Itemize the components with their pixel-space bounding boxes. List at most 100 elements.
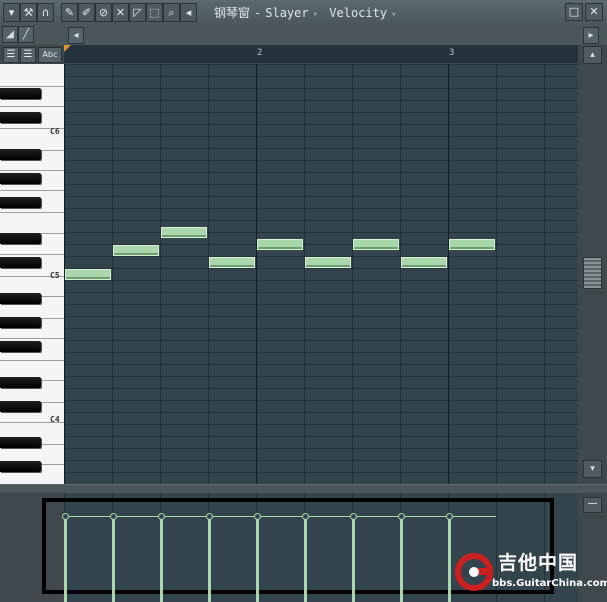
note-names-button[interactable]: Abc <box>38 47 62 63</box>
velocity-handle-4[interactable] <box>254 513 261 520</box>
white-key[interactable] <box>0 106 64 107</box>
velocity-bar-6[interactable] <box>352 516 355 602</box>
white-key[interactable] <box>0 360 64 361</box>
window-title: 钢琴窗 - Slayer ▾ Velocity ▾ <box>214 4 400 21</box>
velocity-handle-0[interactable] <box>62 513 69 520</box>
watermark-title: 吉他中国 <box>498 552 579 574</box>
watermark-url: bbs.GuitarChina.com <box>492 578 607 589</box>
note-c5-0[interactable] <box>65 269 111 280</box>
select-icon[interactable]: ⬚ <box>146 3 163 22</box>
velocity-handle-5[interactable] <box>302 513 309 520</box>
list-icon-2: ☰ <box>23 49 33 60</box>
velocity-bar-0[interactable] <box>64 516 67 602</box>
note-d5-5[interactable] <box>305 257 351 268</box>
white-key[interactable] <box>0 170 64 171</box>
maximize-button[interactable]: □ <box>565 3 583 21</box>
playback-icon[interactable]: ◂ <box>180 3 197 22</box>
white-key[interactable] <box>0 86 64 87</box>
menu-arrow-button[interactable]: ▾ <box>3 3 20 22</box>
note-f5-6[interactable] <box>353 239 399 250</box>
scroll-down-button[interactable]: ▾ <box>583 460 602 478</box>
black-key[interactable] <box>0 88 41 99</box>
velocity-bar-4[interactable] <box>256 516 259 602</box>
note-f5-4[interactable] <box>257 239 303 250</box>
scroll-left-button[interactable]: ◂ <box>68 27 84 44</box>
scroll-right-button[interactable]: ▸ <box>583 27 599 44</box>
slice-icon[interactable]: ◸ <box>129 3 146 22</box>
velocity-handle-2[interactable] <box>158 513 165 520</box>
velocity-bar-3[interactable] <box>208 516 211 602</box>
note-g5-2[interactable] <box>161 227 207 238</box>
title-main: 钢琴窗 <box>214 6 251 20</box>
velocity-bar-1[interactable] <box>112 516 115 602</box>
magnet-icon[interactable]: ∩ <box>37 3 54 22</box>
piano-keyboard[interactable]: C6 C5 C4 <box>0 64 65 484</box>
velocity-handle-8[interactable] <box>446 513 453 520</box>
channel-name[interactable]: Slayer <box>265 6 308 20</box>
piano-roll-window: ▾ ⚒ ∩ ✎ ✐ ⊘ ✕ ◸ ⬚ ⌕ ◂ 钢琴窗 - Slayer ▾ Veloci… <box>0 0 607 602</box>
white-key[interactable] <box>0 212 64 213</box>
list-icon: ☰ <box>6 49 16 60</box>
black-key[interactable] <box>0 197 41 208</box>
black-key[interactable] <box>0 173 41 184</box>
note-f5-8[interactable] <box>449 239 495 250</box>
black-key[interactable] <box>0 257 41 268</box>
target-name[interactable]: Velocity <box>329 6 387 20</box>
title-separator: - <box>254 6 262 20</box>
delete-icon[interactable]: ⊘ <box>95 3 112 22</box>
close-button[interactable]: ✕ <box>585 3 603 21</box>
left-arrow-icon: ◂ <box>73 30 79 41</box>
secondary-toolbar: ◢ ╱ ◂ ▸ <box>0 24 607 69</box>
mute-icon[interactable]: ✕ <box>112 3 129 22</box>
white-key[interactable] <box>0 190 64 191</box>
velocity-handle-7[interactable] <box>398 513 405 520</box>
black-key[interactable] <box>0 401 41 412</box>
pencil-icon[interactable]: ✎ <box>61 3 78 22</box>
velocity-bar-8[interactable] <box>448 516 451 602</box>
key-label-c4: C4 <box>50 415 60 424</box>
black-key[interactable] <box>0 149 41 160</box>
velocity-bar-5[interactable] <box>304 516 307 602</box>
song-start-marker[interactable] <box>64 45 71 52</box>
zoom-icon[interactable]: ⌕ <box>163 3 180 22</box>
velocity-handle-3[interactable] <box>206 513 213 520</box>
target-dropdown-icon[interactable]: ▾ <box>391 10 396 20</box>
white-key[interactable] <box>0 254 64 255</box>
minus-icon: — <box>587 498 598 509</box>
note-d5-7[interactable] <box>401 257 447 268</box>
key-label-c5: C5 <box>50 271 60 280</box>
bar-label-2: 2 <box>257 48 263 58</box>
bar-label-3: 3 <box>449 48 455 58</box>
collapse-panel-button[interactable]: — <box>583 497 602 513</box>
black-key[interactable] <box>0 341 41 352</box>
black-key[interactable] <box>0 293 41 304</box>
black-key[interactable] <box>0 317 41 328</box>
black-key[interactable] <box>0 233 41 244</box>
title-bar: ▾ ⚒ ∩ ✎ ✐ ⊘ ✕ ◸ ⬚ ⌕ ◂ 钢琴窗 - Slayer ▾ Veloci… <box>0 0 607 25</box>
wrench-icon[interactable]: ⚒ <box>20 3 37 22</box>
white-key[interactable] <box>0 338 64 339</box>
vertical-scroll-thumb[interactable] <box>583 257 602 289</box>
note-d5-3[interactable] <box>209 257 255 268</box>
timeline-ruler[interactable]: 2 3 <box>64 45 578 63</box>
scroll-up-button[interactable]: ▴ <box>583 46 602 64</box>
close-icon: ✕ <box>589 5 599 18</box>
velocity-handle-6[interactable] <box>350 513 357 520</box>
velocity-bar-7[interactable] <box>400 516 403 602</box>
velocity-bar-2[interactable] <box>160 516 163 602</box>
brush-icon[interactable]: ✐ <box>78 3 95 22</box>
channel-dropdown-icon[interactable]: ▾ <box>313 10 318 20</box>
note-names-label: Abc <box>42 50 58 59</box>
line-mode-button[interactable]: ╱ <box>18 26 34 43</box>
view-button-1[interactable]: ☰ <box>3 47 19 63</box>
view-button-2[interactable]: ☰ <box>20 47 36 63</box>
velocity-handle-1[interactable] <box>110 513 117 520</box>
black-key[interactable] <box>0 437 41 448</box>
black-key[interactable] <box>0 112 41 123</box>
note-grid[interactable] <box>64 64 578 484</box>
vertical-scrollbar[interactable]: ▴ ▾ <box>578 45 607 484</box>
draw-mode-button[interactable]: ◢ <box>2 26 18 43</box>
black-key[interactable] <box>0 377 41 388</box>
note-e5-1[interactable] <box>113 245 159 256</box>
black-key[interactable] <box>0 461 41 472</box>
